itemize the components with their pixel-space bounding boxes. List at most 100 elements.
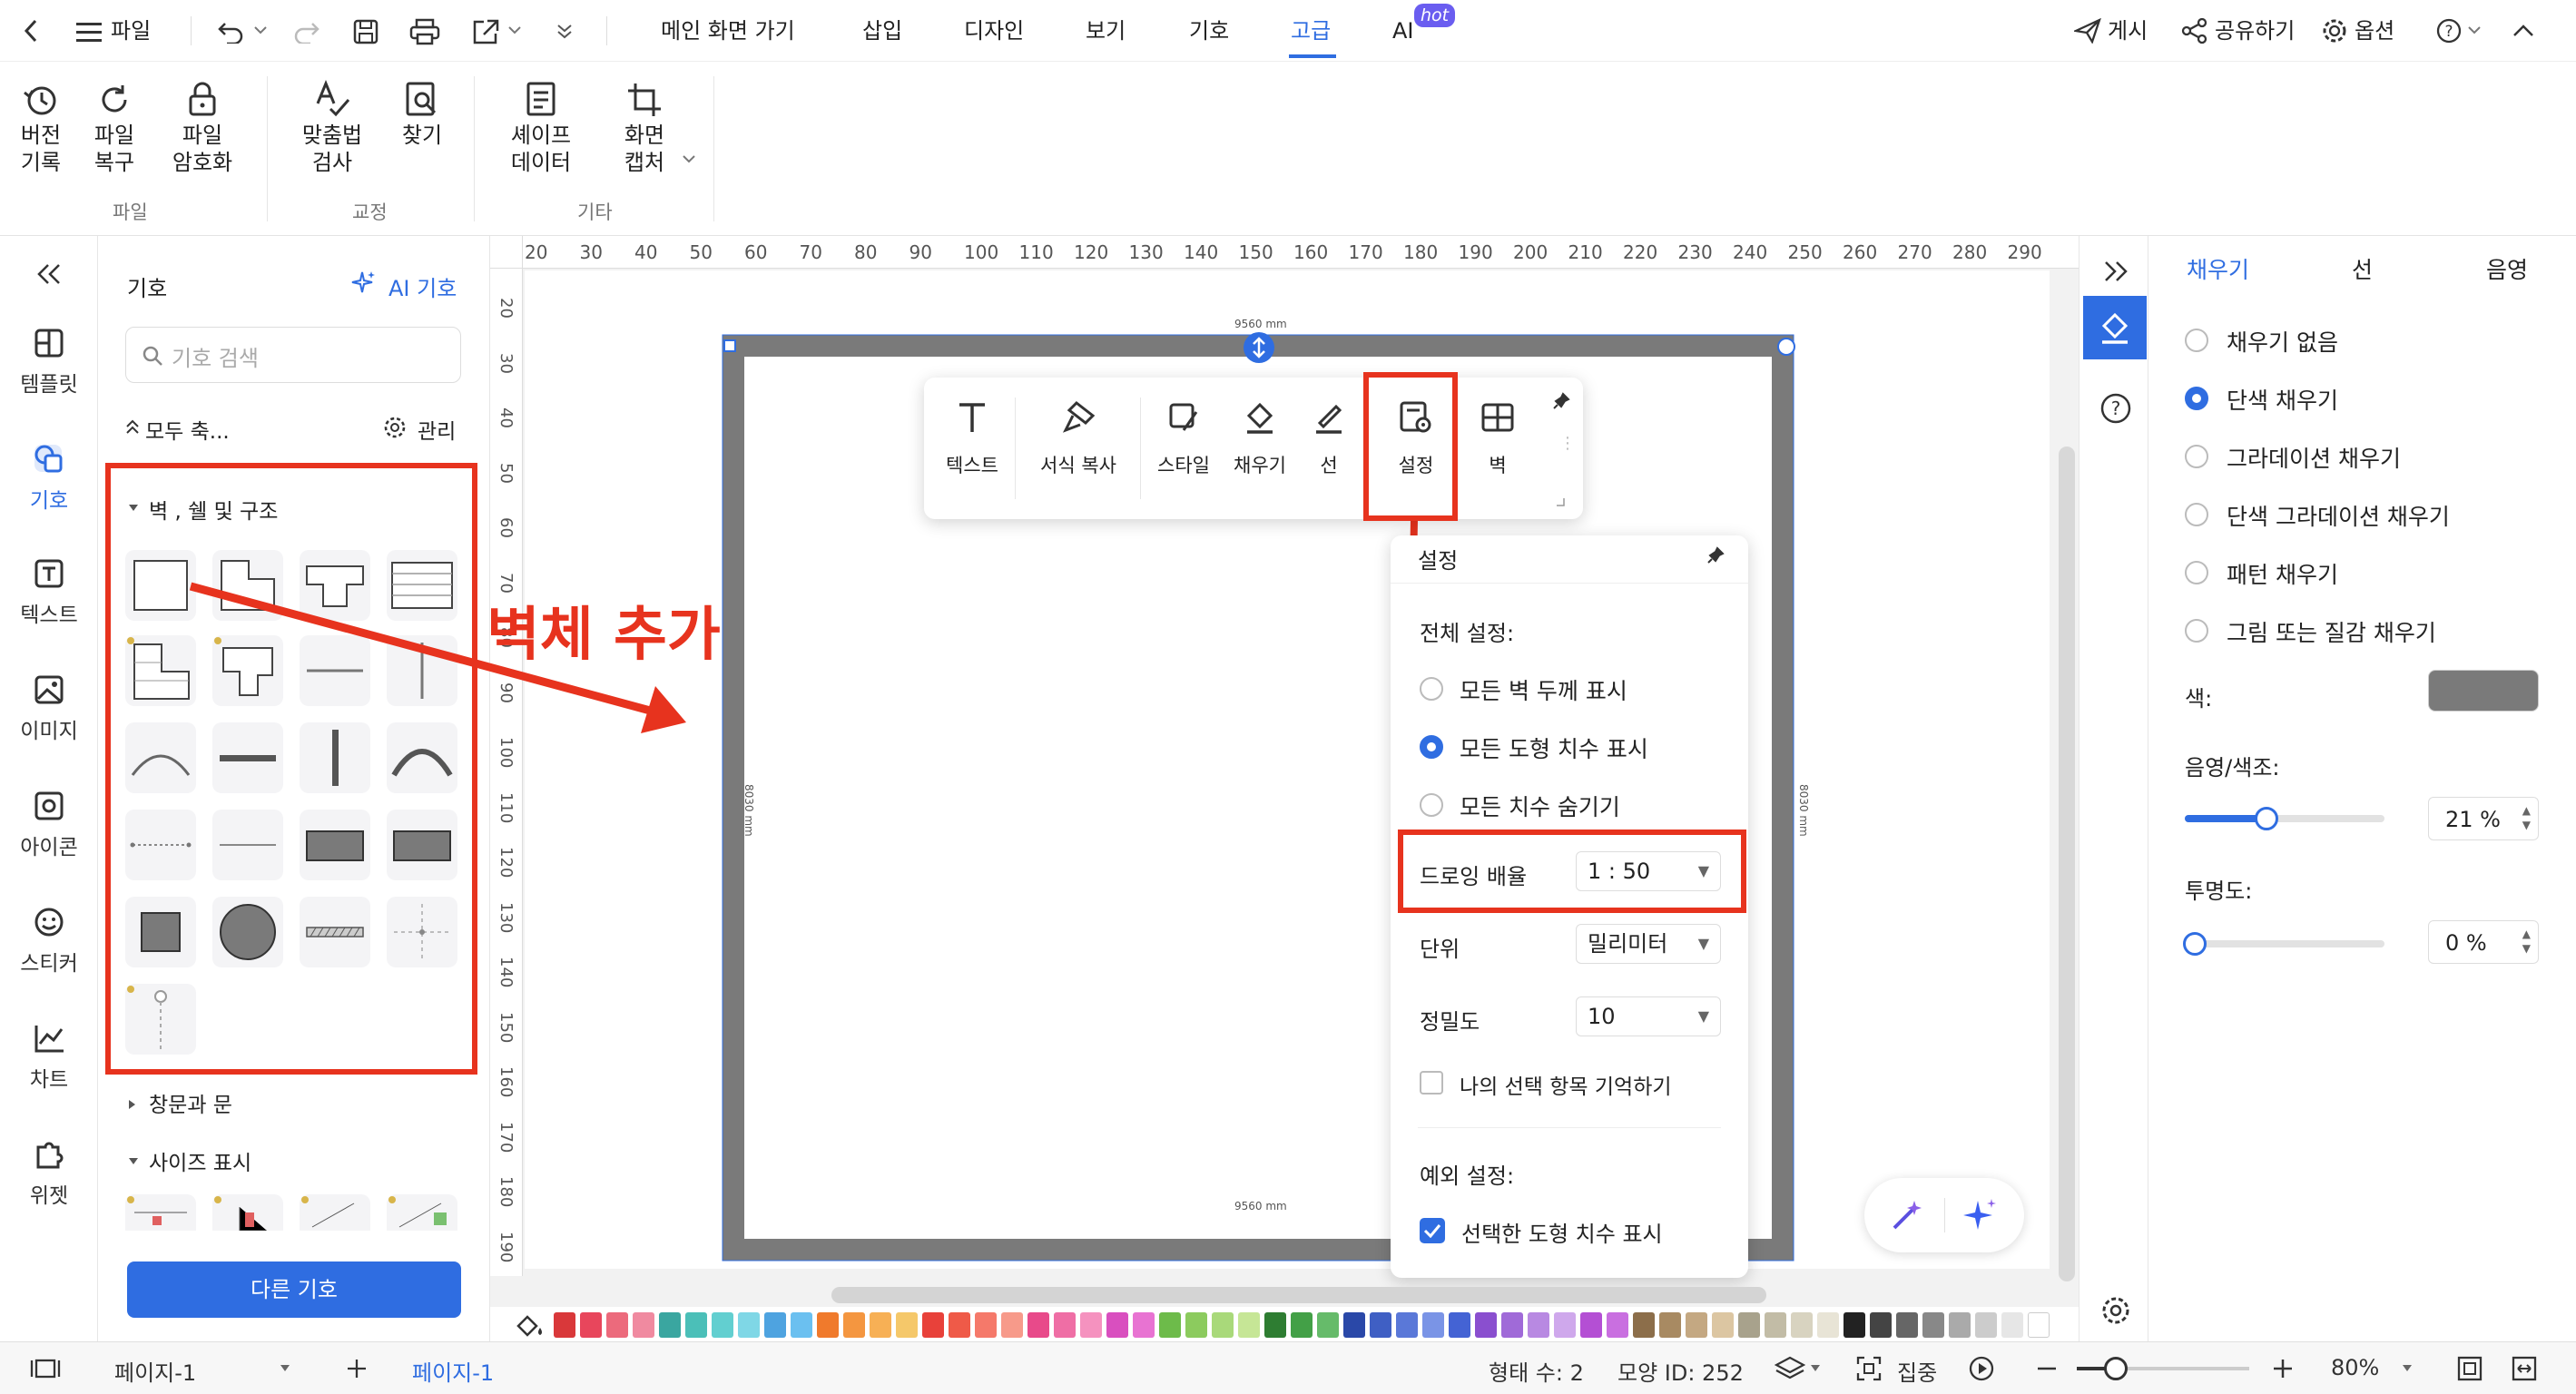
selection-handle[interactable] — [723, 339, 736, 352]
tab-line[interactable]: 선 — [2352, 252, 2373, 285]
tab-advanced[interactable]: 고급 — [1291, 13, 1331, 49]
collapse-panel-icon[interactable] — [31, 258, 67, 290]
focus-button[interactable]: 집중 — [1897, 1355, 1937, 1387]
radio-show-wall-thickness[interactable] — [1420, 677, 1443, 701]
capture-dropdown-icon[interactable] — [681, 152, 697, 165]
file-recover-button[interactable]: 파일 복구 — [82, 80, 147, 176]
color-swatch[interactable] — [949, 1312, 970, 1338]
shade-slider-knob[interactable] — [2255, 807, 2279, 830]
manage-button[interactable]: 관리 — [418, 414, 456, 445]
color-swatch[interactable] — [1159, 1312, 1181, 1338]
layers-dropdown-icon[interactable] — [1808, 1362, 1823, 1375]
radio-picture-fill[interactable] — [2185, 619, 2208, 643]
save-icon[interactable] — [350, 16, 381, 47]
color-swatch[interactable] — [764, 1312, 786, 1338]
version-history-button[interactable]: 버전 기록 — [9, 80, 73, 176]
color-swatch[interactable] — [580, 1312, 602, 1338]
radio-show-all-dimensions[interactable] — [1420, 735, 1443, 759]
zoom-in-icon[interactable] — [2269, 1355, 2296, 1382]
floatbar-wall-button[interactable]: 벽 — [1460, 398, 1536, 478]
fill-option-solid[interactable]: 단색 채우기 — [2227, 383, 2338, 416]
color-swatch[interactable] — [1133, 1312, 1155, 1338]
share-button[interactable]: 공유하기 — [2215, 13, 2295, 49]
more-dots-icon[interactable]: ⋮ — [1559, 434, 1576, 453]
color-swatch[interactable] — [2001, 1312, 2023, 1338]
fill-option-pattern[interactable]: 패턴 채우기 — [2227, 557, 2338, 590]
file-menu[interactable]: 파일 — [111, 13, 151, 49]
gear-icon[interactable] — [381, 414, 408, 441]
color-swatch[interactable] — [817, 1312, 839, 1338]
tab-insert[interactable]: 삽입 — [862, 13, 902, 49]
stepper-arrows-icon[interactable]: ▲ ▼ — [2522, 803, 2531, 832]
color-swatch[interactable] — [1528, 1312, 1549, 1338]
search-input[interactable]: 기호 검색 — [125, 327, 461, 383]
help-icon[interactable]: ? — [2434, 16, 2463, 45]
color-swatch[interactable] — [975, 1312, 997, 1338]
floatbar-style-button[interactable]: 스타일 — [1145, 398, 1222, 478]
color-swatch[interactable] — [1844, 1312, 1865, 1338]
page-tab-active[interactable]: 페이지-1 — [412, 1355, 494, 1387]
shade-input[interactable]: 21 % ▲ ▼ — [2428, 797, 2539, 840]
expand-caret-icon[interactable] — [127, 1156, 140, 1167]
remember-checkbox[interactable] — [1420, 1071, 1443, 1095]
color-swatch[interactable] — [1106, 1312, 1128, 1338]
color-swatch[interactable] — [1396, 1312, 1418, 1338]
file-encrypt-button[interactable]: 파일 암호화 — [160, 80, 245, 176]
nav-image[interactable]: 이미지 — [0, 670, 98, 744]
color-swatch[interactable] — [1949, 1312, 1971, 1338]
ai-sparkle-icon[interactable] — [1961, 1196, 1999, 1234]
zoom-out-icon[interactable] — [2033, 1357, 2060, 1380]
color-swatch[interactable] — [1922, 1312, 1944, 1338]
nav-stickers[interactable]: 스티커 — [0, 902, 98, 977]
color-swatch[interactable] — [1686, 1312, 1707, 1338]
exception-option[interactable]: 선택한 도형 치수 표시 — [1461, 1216, 1663, 1248]
tab-ai[interactable]: AI — [1392, 13, 1414, 49]
tab-home[interactable]: 메인 화면 가기 — [661, 13, 795, 49]
fill-bucket-icon[interactable] — [512, 1311, 548, 1340]
option-show-wall-thickness[interactable]: 모든 벽 두께 표시 — [1460, 673, 1627, 706]
shape-data-button[interactable]: 셰이프 데이터 — [497, 80, 585, 176]
color-swatch[interactable] — [606, 1312, 628, 1338]
floatbar-text-button[interactable]: 텍스트 — [935, 398, 1009, 478]
color-swatch[interactable] — [1291, 1312, 1313, 1338]
add-page-icon[interactable] — [343, 1355, 370, 1382]
tab-view[interactable]: 보기 — [1086, 13, 1126, 49]
color-swatch[interactable] — [1449, 1312, 1470, 1338]
help-icon[interactable]: ? — [2098, 390, 2134, 427]
transparency-slider[interactable] — [2183, 932, 2384, 956]
color-swatch[interactable] — [1817, 1312, 1839, 1338]
color-swatch[interactable] — [1633, 1312, 1655, 1338]
symbol-dimension-4[interactable] — [387, 1194, 457, 1231]
collapse-all-button[interactable]: 모두 축... — [145, 414, 230, 445]
publish-button[interactable]: 게시 — [2108, 13, 2148, 49]
color-swatch[interactable] — [1975, 1312, 1997, 1338]
expand-caret-icon[interactable] — [127, 1098, 138, 1111]
selection-handle[interactable] — [1777, 338, 1795, 356]
ai-symbol-button[interactable]: AI 기호 — [388, 270, 457, 302]
print-icon[interactable] — [408, 16, 441, 47]
fill-panel-icon[interactable] — [2083, 296, 2147, 359]
fill-option-solid-gradient[interactable]: 단색 그라데이션 채우기 — [2227, 499, 2450, 532]
undo-icon[interactable] — [216, 16, 247, 47]
zoom-dropdown-icon[interactable] — [2400, 1362, 2414, 1375]
section-dimension[interactable]: 사이즈 표시 — [149, 1145, 251, 1176]
remember-label[interactable]: 나의 선택 항목 기억하기 — [1460, 1069, 1672, 1100]
unit-select[interactable]: 밀리미터 ▼ — [1576, 924, 1721, 964]
stepper-arrows-icon[interactable]: ▲ ▼ — [2522, 927, 2531, 956]
option-hide-all-dimensions[interactable]: 모든 치수 숨기기 — [1460, 790, 1620, 822]
color-swatch[interactable] — [1501, 1312, 1523, 1338]
vertical-scrollbar[interactable] — [2059, 447, 2075, 1281]
tab-shadow[interactable]: 음영 — [2486, 252, 2528, 285]
precision-select[interactable]: 10 ▼ — [1576, 996, 1721, 1036]
color-swatch[interactable] — [1343, 1312, 1365, 1338]
shade-slider[interactable] — [2185, 807, 2384, 830]
pin-icon[interactable] — [1705, 545, 1726, 566]
transparency-input[interactable]: 0 % ▲ ▼ — [2428, 920, 2539, 964]
nav-templates[interactable]: 템플릿 — [0, 323, 98, 398]
more-icon[interactable] — [554, 22, 575, 40]
nav-widgets[interactable]: 위젯 — [0, 1134, 98, 1209]
nav-icons[interactable]: 아이콘 — [0, 786, 98, 860]
radio-solid-gradient-fill[interactable] — [2185, 503, 2208, 526]
radio-solid-fill[interactable] — [2185, 387, 2208, 410]
options-button[interactable]: 옵션 — [2355, 13, 2394, 49]
